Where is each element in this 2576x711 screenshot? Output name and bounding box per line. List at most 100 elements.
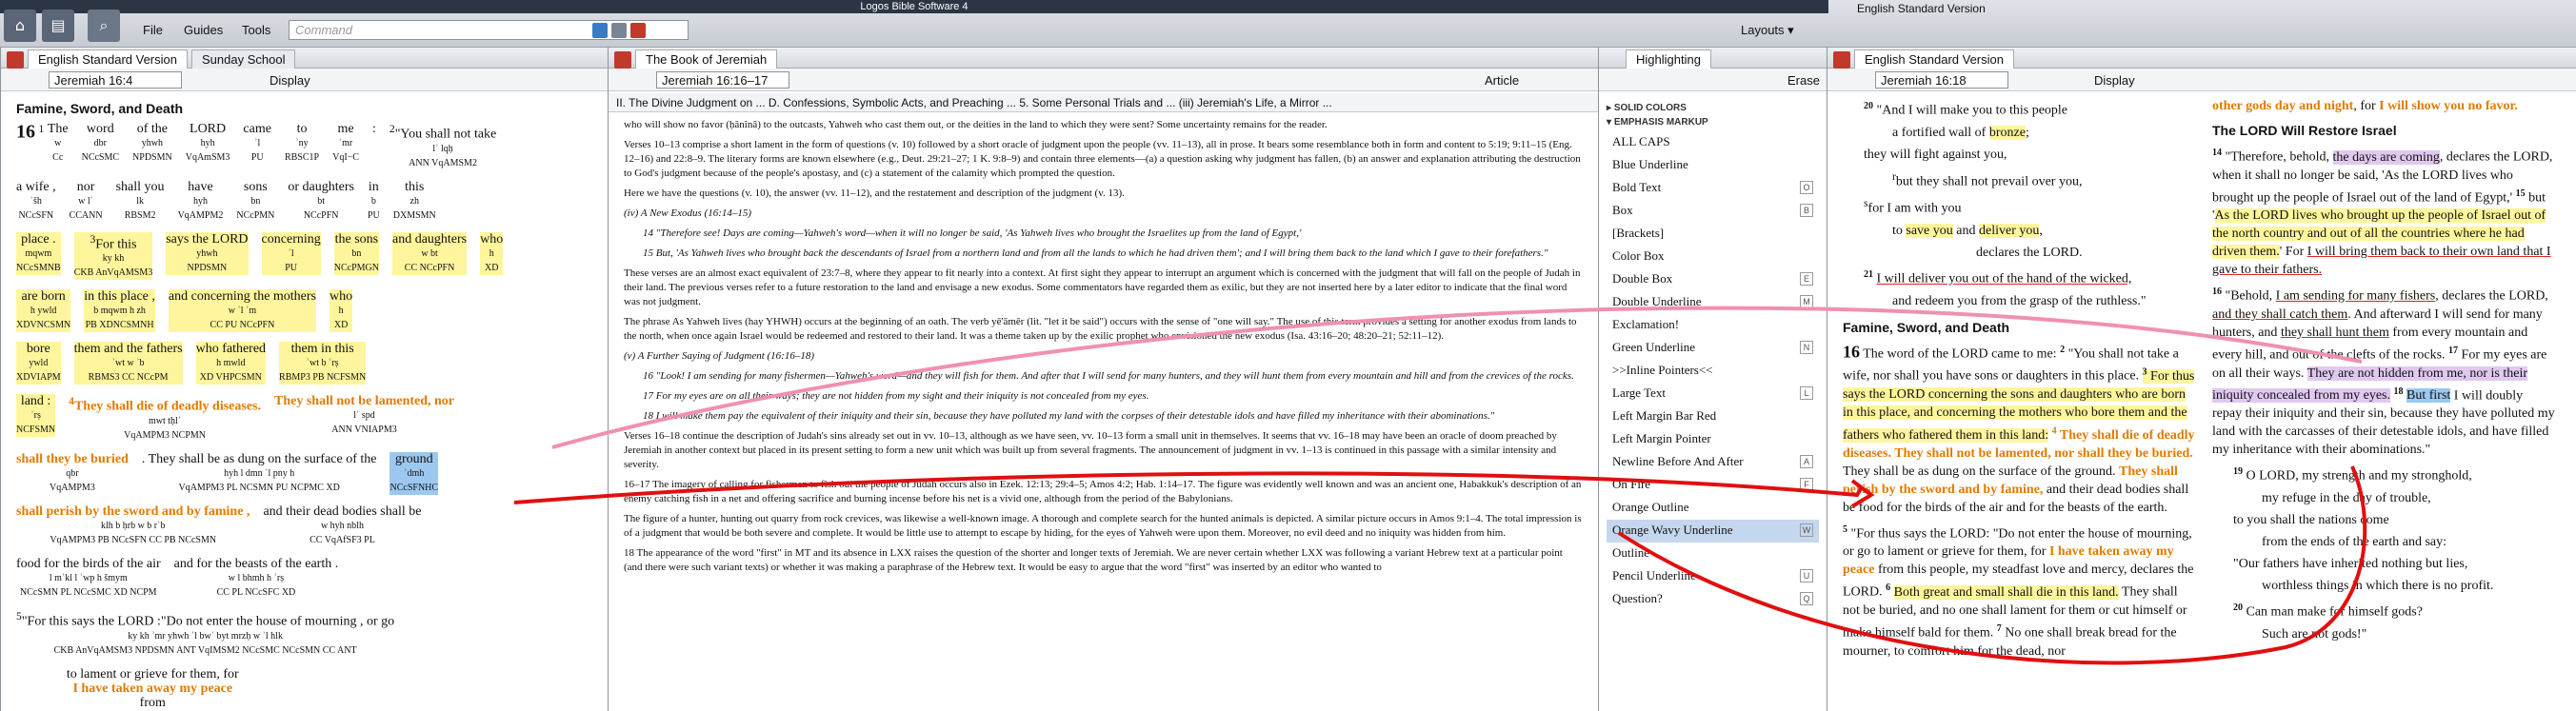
highlight-style-item[interactable]: Double Box E: [1607, 268, 1819, 291]
highlight-style-label: Left Margin Pointer: [1612, 431, 1711, 445]
left-toolbar: Jeremiah 16:4 Display: [1, 69, 608, 91]
bible-icon-right: [1833, 51, 1850, 69]
comm-p5: The phrase As Yahweh lives (hay YHWH) oc…: [624, 316, 1577, 342]
menu-tools[interactable]: Tools: [242, 23, 270, 37]
article-menu[interactable]: Article: [1485, 73, 1519, 88]
interlinear-body: Famine, Sword, and Death 16 1 The w Cc word…: [1, 93, 608, 711]
comm-p1: who will show no favor (ḥănînâ) to the o…: [624, 119, 1328, 130]
highlight-style-label: ALL CAPS: [1612, 134, 1670, 148]
comm-verse-15: 15 But, 'As Yahweh lives who brought bac…: [643, 247, 1548, 259]
tab-book-of-jeremiah[interactable]: The Book of Jeremiah: [635, 49, 778, 69]
esv-heading-1: Famine, Sword, and Death: [1843, 319, 2010, 335]
comm-verse-16: 16 "Look! I am sending for many fisherme…: [643, 370, 1574, 382]
commentary-reference-input[interactable]: Jeremiah 16:16–17: [656, 71, 789, 89]
menu-file[interactable]: File: [143, 23, 163, 37]
display-menu[interactable]: Display: [270, 73, 310, 88]
shortcut-key-badge: A: [1800, 455, 1813, 468]
comm-verse-17: 17 For my eyes are on all their ways; th…: [643, 390, 1149, 402]
highlight-style-item[interactable]: Box B: [1607, 200, 1819, 223]
go-icon[interactable]: [592, 23, 608, 38]
tab-sunday-school[interactable]: Sunday School: [191, 49, 296, 69]
menu-guides[interactable]: Guides: [184, 23, 223, 37]
right-display-menu[interactable]: Display: [2094, 73, 2135, 88]
comm-p3: Here we have the questions (v. 10), the …: [624, 188, 1125, 199]
highlight-style-item[interactable]: Pencil Underline U: [1607, 565, 1819, 588]
highlight-style-item[interactable]: [Brackets]: [1607, 223, 1819, 246]
group-solid-colors[interactable]: ▸ SOLID COLORS: [1607, 103, 1819, 113]
book-icon: [614, 51, 631, 69]
highlight-style-label: >>Inline Pointers<<: [1612, 363, 1713, 377]
library-icon[interactable]: ▤: [42, 10, 74, 42]
highlight-style-label: Blue Underline: [1612, 157, 1688, 171]
right-tabrow: English Standard Version: [1827, 48, 2576, 69]
highlight-style-label: Green Underline: [1612, 340, 1695, 354]
highlight-style-item[interactable]: Left Margin Bar Red: [1607, 405, 1819, 428]
shortcut-key-badge: O: [1800, 181, 1813, 194]
section-heading: Famine, Sword, and Death: [16, 101, 184, 116]
commentary-panel: The Book of Jeremiah Jeremiah 16:16–17 A…: [608, 48, 1598, 711]
right-toolbar: Jeremiah 16:18 Display: [1827, 69, 2576, 91]
layouts-menu[interactable]: Layouts ▾: [1741, 23, 1794, 38]
highlight-style-item[interactable]: Outline: [1607, 543, 1819, 565]
highlighting-tabrow: Highlighting: [1599, 48, 1827, 69]
highlight-style-item[interactable]: Bold Text O: [1607, 177, 1819, 200]
comm-p9: 18 The appearance of the word "first" in…: [624, 547, 1563, 573]
breadcrumb[interactable]: II. The Divine Judgment on ... D. Confes…: [609, 93, 1598, 112]
highlight-style-item[interactable]: Green Underline N: [1607, 337, 1819, 360]
highlight-style-item[interactable]: Exclamation!: [1607, 314, 1819, 337]
resource-icon[interactable]: [630, 23, 646, 38]
title-bar: Logos Bible Software 4 ⌂ ▤ ⌕ File Guides…: [0, 0, 2576, 48]
highlight-style-item[interactable]: Double Underline M: [1607, 291, 1819, 314]
highlight-style-item[interactable]: Newline Before And After A: [1607, 451, 1819, 474]
erase-button[interactable]: Erase: [1787, 73, 1820, 88]
right-reference-input[interactable]: Jeremiah 16:18: [1875, 71, 2008, 89]
highlight-style-label: Left Margin Bar Red: [1612, 408, 1717, 423]
reference-input[interactable]: Jeremiah 16:4: [49, 71, 182, 89]
comm-p2: Verses 10–13 comprise a short lament in …: [624, 139, 1581, 179]
shortcut-key-badge: B: [1800, 204, 1813, 217]
highlight-style-item[interactable]: Question? Q: [1607, 588, 1819, 611]
highlight-style-item[interactable]: Blue Underline: [1607, 154, 1819, 177]
group-emphasis-label: EMPHASIS MARKUP: [1613, 117, 1708, 128]
comm-subhead-2: (v) A Further Saying of Judgment (16:16–…: [624, 350, 814, 362]
shortcut-key-badge: E: [1800, 272, 1813, 286]
tab-highlighting[interactable]: Highlighting: [1626, 49, 1711, 69]
shortcut-key-badge: Q: [1800, 592, 1813, 605]
commentary-toolbar: Jeremiah 16:16–17 Article: [609, 69, 1598, 91]
bookmark-icon[interactable]: [611, 23, 627, 38]
style-items: ALL CAPS Blue Underline Bold Text O Box B [Bra…: [1607, 131, 1819, 611]
highlight-style-item[interactable]: >>Inline Pointers<<: [1607, 360, 1819, 383]
highlight-style-label: Pencil Underline: [1612, 568, 1696, 583]
comm-p6: Verses 16–18 continue the description of…: [624, 430, 1557, 470]
highlight-style-label: [Brackets]: [1612, 226, 1665, 240]
highlight-style-item[interactable]: Orange Wavy Underline W: [1607, 520, 1819, 543]
highlight-style-item[interactable]: On Fire F: [1607, 474, 1819, 497]
highlighting-panel: Highlighting Erase ▸ SOLID COLORS ▾ EMPH…: [1598, 48, 1827, 711]
highlight-style-label: Double Underline: [1612, 294, 1702, 308]
commentary-tabrow: The Book of Jeremiah: [609, 48, 1598, 69]
command-input[interactable]: Command: [289, 20, 689, 40]
group-solid-label: SOLID COLORS: [1613, 103, 1687, 113]
tab-esv-right[interactable]: English Standard Version: [1854, 49, 2014, 69]
tab-esv[interactable]: English Standard Version: [28, 49, 188, 69]
home-icon[interactable]: ⌂: [4, 10, 36, 42]
comm-verse-18: 18 I will make them pay the equivalent o…: [643, 410, 1495, 422]
highlight-style-label: Exclamation!: [1612, 317, 1680, 331]
highlight-style-label: Orange Wavy Underline: [1612, 523, 1733, 537]
highlight-style-item[interactable]: Color Box: [1607, 246, 1819, 268]
comm-verse-14: 14 "Therefore see! Days are coming—Yahwe…: [643, 227, 1302, 239]
highlight-style-label: Question?: [1612, 591, 1663, 605]
comm-p8: The figure of a hunter, hunting out quar…: [624, 513, 1582, 539]
highlight-style-item[interactable]: ALL CAPS: [1607, 131, 1819, 154]
window-title: Logos Bible Software 4: [0, 0, 1828, 13]
highlight-style-item[interactable]: Large Text L: [1607, 383, 1819, 405]
highlight-style-item[interactable]: Left Margin Pointer: [1607, 428, 1819, 451]
highlight-style-item[interactable]: Orange Outline: [1607, 497, 1819, 520]
search-icon[interactable]: ⌕: [88, 10, 120, 42]
group-emphasis-markup[interactable]: ▾ EMPHASIS MARKUP: [1607, 117, 1819, 128]
right-window-title: English Standard Version: [1857, 2, 1986, 15]
shortcut-key-badge: M: [1800, 295, 1813, 308]
highlight-style-label: Box: [1612, 203, 1633, 217]
left-panel: English Standard Version Sunday School J…: [0, 48, 608, 711]
chapter-number: 16: [16, 121, 35, 143]
